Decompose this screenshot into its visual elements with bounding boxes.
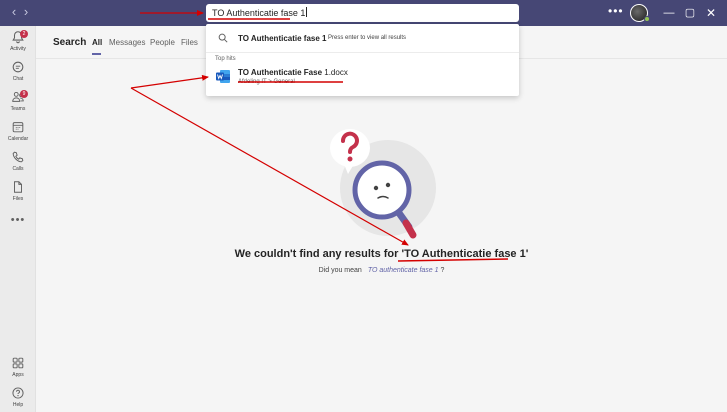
suggestion-query: TO Authenticatie fase 1 [238,34,327,43]
top-hits-label: Top hits [215,56,236,62]
appbar-item-activity[interactable]: 2 Activity [0,30,36,60]
top-hit-team: Afdeling IT [238,79,267,85]
suggestion-hint: Press enter to view all results [328,35,407,41]
appbar-item-files[interactable]: Files [0,180,36,210]
top-hit-file-row[interactable]: TO Authenticatie Fase 1.docx Afdeling IT… [206,66,519,90]
appbar-item-apps[interactable]: Apps [0,356,36,386]
did-you-mean-label: Did you mean [318,267,362,274]
teams-badge: 9 [20,90,28,98]
app-bar: 2 Activity Chat 9 Teams Calendar Calls F… [0,26,36,412]
no-results-illustration [330,129,436,239]
did-you-mean-suggestion-link[interactable]: TO authenticate fase 1 [368,267,439,274]
phone-icon [12,151,24,163]
appbar-label: Files [12,196,24,202]
apps-icon [12,357,24,369]
more-apps-icon[interactable]: ••• [0,214,36,226]
search-input[interactable]: TO Authenticatie fase 1 [206,4,519,22]
active-tab-indicator [92,53,101,55]
did-you-mean-suffix: ? [438,267,445,274]
help-icon [12,387,24,399]
presence-status-icon [644,16,650,22]
top-hit-channel: General [273,79,295,85]
appbar-item-calendar[interactable]: Calendar [0,120,36,150]
no-results-prefix: We couldn't find any results for ' [234,248,405,260]
close-icon[interactable]: ✕ [704,6,718,20]
top-hit-location: Afdeling IT > General [238,79,295,85]
appbar-label: Help [12,402,24,408]
appbar-label: Calendar [7,136,29,142]
word-document-icon [216,70,230,83]
did-you-mean: Did you mean TO authenticate fase 1 ? [36,267,727,274]
no-results-message: We couldn't find any results for 'TO Aut… [36,248,727,260]
top-hit-path-separator: > [268,79,272,85]
dropdown-divider [206,52,519,53]
no-results-suffix: ' [525,248,529,260]
page-title: Search [53,37,87,48]
top-hit-file-name: TO Authenticatie Fase 1.docx [238,68,348,77]
tab-people[interactable]: People [150,38,175,47]
appbar-item-chat[interactable]: Chat [0,60,36,90]
appbar-item-teams[interactable]: 9 Teams [0,90,36,120]
appbar-label: Activity [10,46,26,52]
maximize-icon[interactable]: ▢ [683,6,697,20]
more-options-icon[interactable]: ••• [608,4,624,18]
tab-files[interactable]: Files [181,38,198,47]
calendar-icon [12,122,24,133]
appbar-item-help[interactable]: Help [0,386,36,412]
search-suggestions-dropdown: TO Authenticatie fase 1 Press enter to v… [206,24,519,96]
top-hit-name-match: TO Authenticatie Fase [238,68,323,77]
appbar-label: Calls [12,166,24,172]
appbar-label: Teams [10,106,26,112]
forward-arrow-icon[interactable]: › [19,5,33,19]
appbar-item-calls[interactable]: Calls [0,150,36,180]
top-hit-name-rest: 1.docx [322,68,348,77]
chat-icon [12,61,24,73]
search-suggestion-row[interactable]: TO Authenticatie fase 1 Press enter to v… [206,30,519,48]
no-results-query: TO Authenticatie fase 1 [404,248,526,260]
tab-messages[interactable]: Messages [109,38,145,47]
appbar-label: Apps [12,372,24,378]
activity-badge: 2 [20,30,28,38]
file-icon [14,181,22,193]
search-icon [218,33,228,43]
title-bar: ‹ › TO Authenticatie fase 1 ••• — ▢ ✕ [0,0,727,26]
appbar-label: Chat [12,76,24,82]
minimize-icon[interactable]: — [662,6,676,20]
tab-all[interactable]: All [92,38,102,47]
